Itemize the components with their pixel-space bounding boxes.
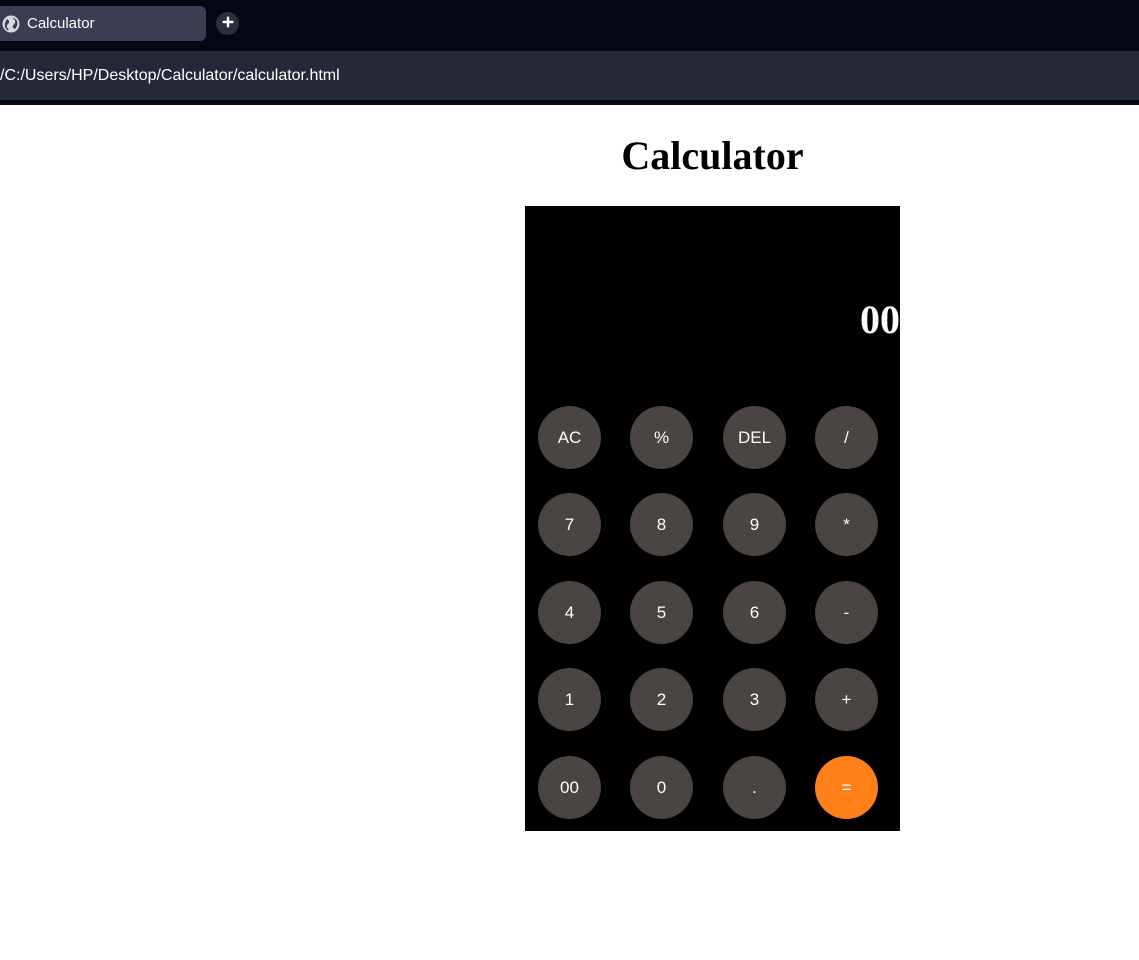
four-button[interactable]: 4 <box>538 581 601 644</box>
globe-icon <box>2 15 20 33</box>
ac-button[interactable]: AC <box>538 406 601 469</box>
add-button[interactable]: + <box>815 668 878 731</box>
browser-divider <box>0 100 1139 105</box>
nine-button[interactable]: 9 <box>723 493 786 556</box>
plus-icon <box>222 15 234 33</box>
percent-button[interactable]: % <box>630 406 693 469</box>
delete-button[interactable]: DEL <box>723 406 786 469</box>
address-bar[interactable]: /C:/Users/HP/Desktop/Calculator/calculat… <box>0 51 1139 100</box>
subtract-button[interactable]: - <box>815 581 878 644</box>
two-button[interactable]: 2 <box>630 668 693 731</box>
one-button[interactable]: 1 <box>538 668 601 731</box>
zero-button[interactable]: 0 <box>630 756 693 819</box>
six-button[interactable]: 6 <box>723 581 786 644</box>
divide-button[interactable]: / <box>815 406 878 469</box>
double-zero-button[interactable]: 00 <box>538 756 601 819</box>
multiply-button[interactable]: * <box>815 493 878 556</box>
browser-tab[interactable]: Calculator <box>0 6 206 41</box>
browser-tab-bar: Calculator <box>0 0 1139 51</box>
eight-button[interactable]: 8 <box>630 493 693 556</box>
calculator-display: 00 <box>525 206 900 406</box>
new-tab-button[interactable] <box>216 12 239 35</box>
equals-button[interactable]: = <box>815 756 878 819</box>
address-url: /C:/Users/HP/Desktop/Calculator/calculat… <box>0 66 340 84</box>
decimal-button[interactable]: . <box>723 756 786 819</box>
three-button[interactable]: 3 <box>723 668 786 731</box>
five-button[interactable]: 5 <box>630 581 693 644</box>
seven-button[interactable]: 7 <box>538 493 601 556</box>
tab-title: Calculator <box>27 15 95 32</box>
display-value: 00 <box>860 297 900 342</box>
page-title: Calculator <box>621 133 804 178</box>
calculator: 00 AC % DEL / 7 8 9 * 4 5 6 - 1 2 3 + 00… <box>525 206 900 831</box>
